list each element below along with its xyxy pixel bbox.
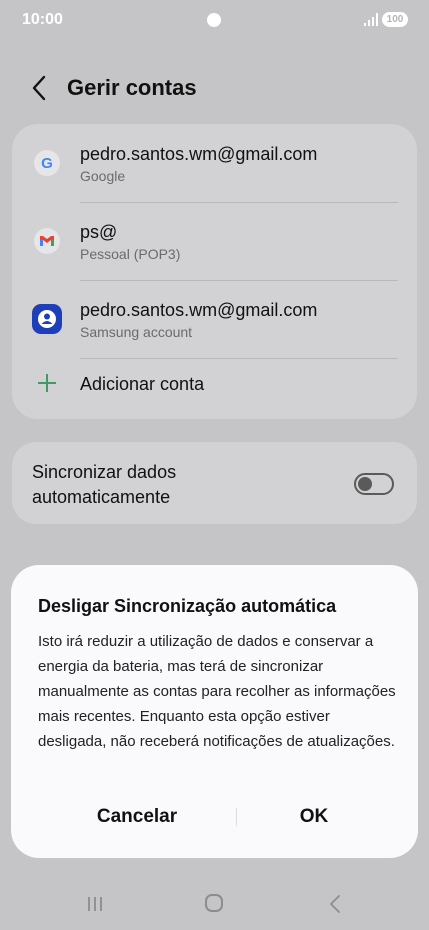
sync-card: Sincronizar dados automaticamente: [12, 442, 417, 524]
ok-button[interactable]: OK: [214, 797, 414, 837]
status-bar: 10:00 100: [0, 0, 429, 40]
dialog: Desligar Sincronização automática Isto i…: [11, 565, 418, 858]
sync-toggle[interactable]: [354, 473, 394, 495]
plus-icon: [38, 374, 56, 392]
gmail-icon: [34, 228, 60, 254]
dialog-buttons: Cancelar OK: [11, 797, 418, 837]
signal-icon: [364, 13, 378, 26]
account-type: Pessoal (POP3): [80, 246, 181, 262]
account-type: Google: [80, 168, 126, 184]
status-time: 10:00: [22, 11, 63, 28]
account-item-pop3[interactable]: ps@ Pessoal (POP3): [12, 202, 417, 280]
account-email: ps@: [80, 222, 118, 242]
accounts-card: G pedro.santos.wm@gmail.com Google ps@ P…: [12, 124, 417, 419]
add-account-button[interactable]: Adicionar conta: [12, 358, 417, 418]
back-button[interactable]: [28, 74, 52, 102]
page-title: Gerir contas: [67, 75, 197, 100]
nav-back-icon[interactable]: [328, 894, 342, 914]
sync-label: Sincronizar dados automaticamente: [32, 462, 177, 507]
account-type: Samsung account: [80, 324, 193, 340]
navigation-bar: [0, 880, 429, 930]
battery-icon: 100: [382, 12, 408, 27]
account-email: pedro.santos.wm@gmail.com: [80, 144, 318, 164]
home-icon[interactable]: [205, 894, 223, 912]
camera-cutout: [207, 13, 221, 27]
cancel-button[interactable]: Cancelar: [37, 797, 237, 837]
svg-text:G: G: [41, 155, 53, 172]
account-item-samsung[interactable]: pedro.santos.wm@gmail.com Samsung accoun…: [12, 280, 417, 358]
samsung-account-icon: [32, 304, 62, 334]
account-email: pedro.santos.wm@gmail.com: [80, 300, 318, 320]
recents-icon[interactable]: [86, 895, 104, 913]
toggle-knob: [358, 477, 372, 491]
google-icon: G: [34, 150, 60, 176]
account-item-google[interactable]: G pedro.santos.wm@gmail.com Google: [12, 124, 417, 202]
dialog-body: Isto irá reduzir a utilização de dados e…: [38, 633, 396, 750]
dialog-title: Desligar Sincronização automática: [38, 596, 337, 616]
header: Gerir contas: [0, 62, 429, 114]
add-account-label: Adicionar conta: [80, 374, 205, 394]
